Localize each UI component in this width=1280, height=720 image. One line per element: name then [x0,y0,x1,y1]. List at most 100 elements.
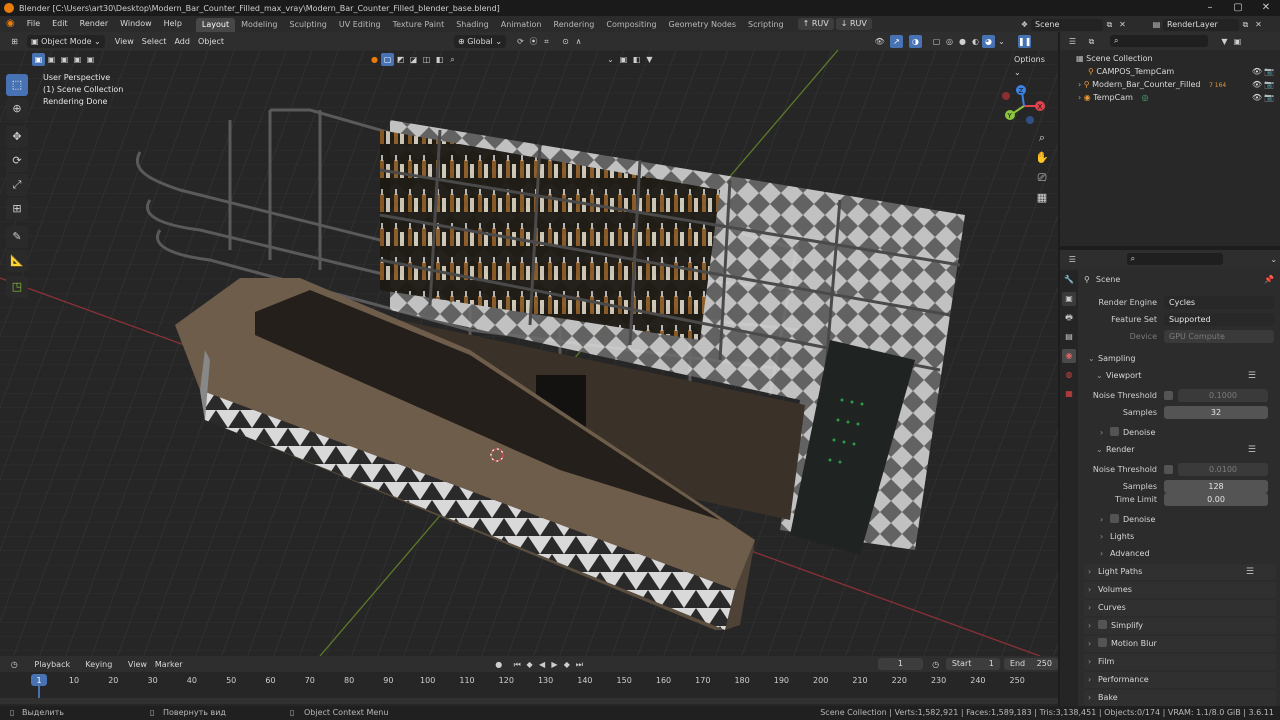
expand-icon[interactable]: › [1078,80,1081,89]
select-extend-icon[interactable]: ▣ [45,53,58,66]
advanced-subpanel[interactable]: › Advanced [1096,546,1276,562]
cursor-tool-icon[interactable]: ⊕ [6,98,28,120]
falloff-icon[interactable]: ∧ [572,35,585,48]
visibility-icon[interactable]: 👁 [873,35,886,48]
pivot-icon[interactable]: ⟳ [514,35,527,48]
menu-window[interactable]: Window [114,16,158,32]
proportional-edit-icon[interactable]: ⊙ [559,35,572,48]
renderlayer-field[interactable]: RenderLayer [1163,18,1239,31]
visibility-eye-icon[interactable]: 👁 [1252,91,1262,104]
snap-icon[interactable]: ⦿ [527,35,540,48]
ortho-grid-icon[interactable]: ▦ [1032,188,1052,208]
transform-tool-icon[interactable]: ⊞ [6,198,28,220]
tab-layout[interactable]: Layout [195,18,236,32]
menu-edit[interactable]: Edit [46,16,74,32]
editor-type-icon[interactable]: ⊞ [8,35,21,48]
pin-icon[interactable]: 📌 [1264,275,1274,284]
jump-start-icon[interactable]: ⏮ [511,658,523,671]
shading-solid-icon[interactable]: ● [956,35,969,48]
feature-set-dropdown[interactable]: Supported [1164,313,1274,326]
pan-hand-icon[interactable]: ✋ [1032,148,1052,168]
play-reverse-icon[interactable]: ◀ [536,658,548,671]
motion-blur-checkbox[interactable] [1098,638,1107,647]
ruv-up-button[interactable]: ↑ RUV [797,18,834,30]
outliner-filter-icon[interactable]: ▼ [1218,35,1231,48]
add-cube-tool-icon[interactable]: ◳ [6,276,28,298]
keying-menu[interactable]: Keying ⌄ [81,658,124,682]
tab-rendering[interactable]: Rendering [548,18,601,32]
move-tool-icon[interactable]: ✥ [6,126,28,148]
timeline-scrollbar[interactable] [0,698,1058,704]
start-frame-field[interactable]: Start 1 [945,658,1000,670]
play-icon[interactable]: ▶ [548,658,560,671]
properties-options-icon[interactable]: ⌄ [1267,253,1280,266]
prev-keyframe-icon[interactable]: ◆ [523,658,535,671]
3d-viewport[interactable]: User Perspective (1) Scene Collection Re… [0,50,1058,656]
pause-render-icon[interactable]: ❚❚ [1018,34,1031,48]
filter-icon[interactable]: ▼ [643,53,656,66]
tab-geometry-nodes[interactable]: Geometry Nodes [663,18,742,32]
transform-orientation-dropdown[interactable]: ⊕ Global ⌄ [454,34,507,48]
tab-modeling[interactable]: Modeling [235,18,283,32]
render-tab-icon[interactable]: ▣ [1062,292,1076,306]
render-engine-dropdown[interactable]: Cycles [1164,296,1274,309]
select-tool-icon[interactable]: ⬚ [6,74,28,96]
renderlayer-selector[interactable]: ▤ RenderLayer ⧉ ✕ [1150,18,1265,31]
marker-menu[interactable]: Marker [151,658,187,671]
shading-options-icon[interactable]: ⌄ [995,35,1008,48]
preset-list-icon[interactable]: ☰ [1248,442,1256,458]
viewport-noise-threshold-checkbox[interactable] [1164,391,1173,400]
search-icon[interactable]: ⌕ [446,53,459,66]
pass-icon-3[interactable]: ◫ [420,53,433,66]
preview-range-icon[interactable]: ◷ [929,658,941,671]
motion-blur-panel[interactable]: › Motion Blur [1084,636,1276,652]
shading-rendered-icon[interactable]: ◕ [982,34,996,48]
close-icon[interactable]: ✕ [1252,0,1280,16]
rotate-tool-icon[interactable]: ⟳ [6,150,28,172]
render-samples-field[interactable]: 128 [1164,480,1268,493]
overlay-icon[interactable]: ◧ [630,53,643,66]
bake-panel[interactable]: › Bake [1084,690,1276,706]
xray-icon[interactable]: ▢ [930,35,943,48]
viewport-denoise-checkbox[interactable] [1110,427,1119,436]
curves-panel[interactable]: › Curves [1084,600,1276,616]
tab-texture-paint[interactable]: Texture Paint [387,18,451,32]
timeline-editor-icon[interactable]: ◷ [8,658,20,671]
menu-file[interactable]: File [21,16,46,32]
timeline-area[interactable]: 1 10 20 30 40 50 60 70 80 90 100 110 120 130 140 150 160… [0,672,1058,706]
performance-panel[interactable]: › Performance [1084,672,1276,688]
render-noise-threshold-field[interactable]: 0.0100 [1178,463,1268,476]
view-layer-tab-icon[interactable]: ▤ [1062,330,1076,344]
viewport-noise-threshold-field[interactable]: 0.1000 [1178,389,1268,402]
select-invert-icon[interactable]: ▣ [71,53,84,66]
measure-tool-icon[interactable]: 📐 [6,250,28,272]
preset-list-icon[interactable]: ☰ [1246,564,1254,580]
outliner-search-input[interactable]: ⌕ [1110,35,1208,47]
overlay-toggle-icon[interactable]: ◑ [909,34,923,48]
render-subpanel-header[interactable]: ⌄ Render ☰ [1092,442,1276,458]
scene-copy-icon[interactable]: ⧉ [1103,18,1116,31]
outliner-editor-icon[interactable]: ☰ [1066,35,1079,48]
options-dropdown[interactable]: Options ⌄ [1010,53,1058,77]
camera-render-icon[interactable]: 📷 [1264,91,1274,104]
render-noise-threshold-checkbox[interactable] [1164,465,1173,474]
select-subtract-icon[interactable]: ▣ [58,53,71,66]
minimize-icon[interactable]: – [1196,0,1224,16]
tab-shading[interactable]: Shading [450,18,495,32]
tool-tab-icon[interactable]: 🔧 [1062,273,1076,287]
outliner-item[interactable]: › ⚲ Modern_Bar_Counter_Filled 7 164 👁 📷 [1060,78,1280,91]
scene-selector[interactable]: ❖ Scene ⧉ ✕ [1018,18,1129,31]
outliner-item[interactable]: › ◉ TempCam ◎ 👁 📷 [1060,91,1280,104]
scene-remove-icon[interactable]: ✕ [1116,18,1129,31]
gizmo-toggle-icon[interactable]: ↗ [890,34,904,48]
properties-search-input[interactable]: ⌕ [1126,253,1224,265]
device-dropdown[interactable]: GPU Compute [1164,330,1274,343]
scale-tool-icon[interactable]: ⤢ [6,174,28,196]
output-tab-icon[interactable]: 🖶 [1062,311,1076,325]
playback-menu[interactable]: Playback ⌄ [30,658,81,682]
maximize-icon[interactable]: ▢ [1224,0,1252,16]
tab-sculpting[interactable]: Sculpting [284,18,333,32]
lights-subpanel[interactable]: › Lights [1096,529,1276,545]
texture-tab-icon[interactable]: ▦ [1062,387,1076,401]
end-frame-field[interactable]: End 250 [1003,658,1058,670]
